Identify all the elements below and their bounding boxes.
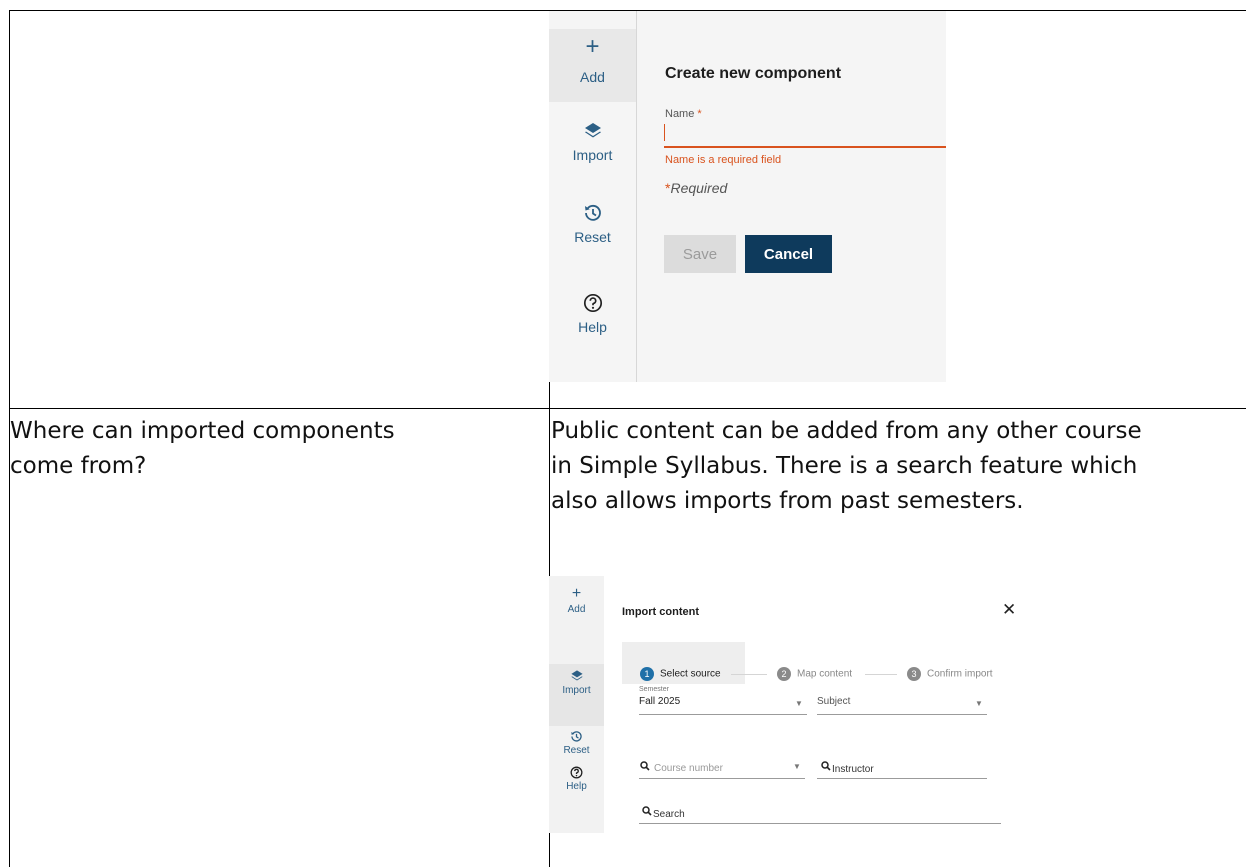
- chevron-down-icon[interactable]: ▼: [795, 699, 803, 708]
- dialog-title: Create new component: [665, 65, 842, 82]
- side-rail: + Add Import Reset Help: [549, 11, 637, 382]
- rail-help-button[interactable]: Help: [549, 766, 604, 792]
- instructor-input[interactable]: Instructor: [832, 764, 874, 775]
- name-error-message: Name is a required field: [665, 154, 782, 166]
- save-button[interactable]: Save: [664, 235, 736, 273]
- subject-underline: [817, 714, 987, 715]
- rail-help-label: Help: [566, 781, 587, 792]
- semester-select[interactable]: Fall 2025: [639, 696, 680, 707]
- step-label: Map content: [797, 668, 853, 680]
- rail-reset-button[interactable]: Reset: [549, 730, 604, 756]
- name-label-text: Name: [665, 108, 695, 120]
- rail-add-button[interactable]: + Add: [549, 585, 604, 616]
- answer-line-2: in Simple Syllabus. There is a search fe…: [551, 453, 1138, 479]
- step-connector: [731, 674, 767, 675]
- table-row-divider: [9, 408, 1246, 409]
- instructor-underline: [817, 778, 987, 779]
- create-component-screenshot: + Add Import Reset Help Create new compo…: [549, 11, 946, 382]
- rail-import-label: Import: [562, 685, 591, 696]
- import-content-screenshot: + Add Import Reset Help Import content ✕…: [549, 576, 1017, 833]
- rail-help-label: Help: [578, 319, 607, 335]
- plus-icon: +: [571, 585, 582, 602]
- side-rail: + Add Import Reset Help: [549, 576, 604, 833]
- help-circle-icon: [583, 293, 602, 313]
- rail-import-button[interactable]: Import: [549, 121, 636, 163]
- rail-import-button[interactable]: Import: [549, 664, 604, 726]
- layers-icon: [584, 123, 601, 138]
- search-underline: [639, 823, 1001, 824]
- layers-icon: [570, 670, 583, 681]
- rail-add-button[interactable]: + Add: [549, 29, 636, 102]
- name-field-label: Name *: [665, 108, 702, 120]
- course-number-input[interactable]: Course number: [654, 763, 723, 774]
- course-number-underline: [639, 778, 805, 779]
- help-circle-icon: [570, 766, 583, 779]
- question-line-1: Where can imported components: [10, 418, 395, 444]
- rail-help-button[interactable]: Help: [549, 293, 636, 335]
- rail-import-label: Import: [572, 147, 613, 163]
- step-number: 1: [640, 667, 654, 681]
- rail-add-label: Add: [567, 604, 586, 615]
- step-number: 2: [777, 667, 791, 681]
- step-label: Select source: [660, 668, 721, 680]
- dialog-title: Import content: [622, 606, 699, 618]
- step-label: Confirm import: [927, 668, 993, 680]
- subject-select[interactable]: Subject: [817, 696, 850, 707]
- cancel-button[interactable]: Cancel: [745, 235, 832, 273]
- question-line-2: come from?: [10, 453, 147, 479]
- required-star: *: [697, 108, 702, 120]
- answer-line-1: Public content can be added from any oth…: [551, 418, 1142, 444]
- chevron-down-icon[interactable]: ▼: [793, 762, 801, 771]
- semester-label: Semester: [639, 686, 669, 693]
- search-icon: [640, 761, 650, 771]
- step-connector: [865, 674, 897, 675]
- required-note-text: Required: [670, 180, 728, 196]
- required-note: *Required: [665, 180, 727, 196]
- search-icon: [821, 761, 831, 771]
- search-icon: [642, 806, 652, 816]
- step-select-source[interactable]: 1 Select source: [640, 667, 721, 681]
- history-icon: [571, 731, 582, 742]
- rail-reset-label: Reset: [574, 229, 611, 245]
- step-number: 3: [907, 667, 921, 681]
- chevron-down-icon[interactable]: ▼: [975, 699, 983, 708]
- rail-reset-label: Reset: [563, 745, 590, 756]
- question-cell: Where can imported components come from?: [10, 414, 395, 484]
- step-map-content[interactable]: 2 Map content: [777, 667, 852, 681]
- name-input-caret[interactable]: [664, 124, 665, 141]
- semester-underline: [639, 714, 807, 715]
- name-input-underline[interactable]: [664, 146, 946, 148]
- close-icon[interactable]: ✕: [1002, 600, 1016, 620]
- rail-add-label: Add: [580, 69, 605, 85]
- plus-icon: +: [585, 33, 600, 60]
- history-icon: [584, 204, 601, 221]
- answer-cell: Public content can be added from any oth…: [551, 414, 1142, 519]
- rail-reset-button[interactable]: Reset: [549, 203, 636, 245]
- search-input[interactable]: Search: [653, 809, 685, 820]
- answer-line-3: also allows imports from past semesters.: [551, 488, 1024, 514]
- step-confirm-import[interactable]: 3 Confirm import: [907, 667, 993, 681]
